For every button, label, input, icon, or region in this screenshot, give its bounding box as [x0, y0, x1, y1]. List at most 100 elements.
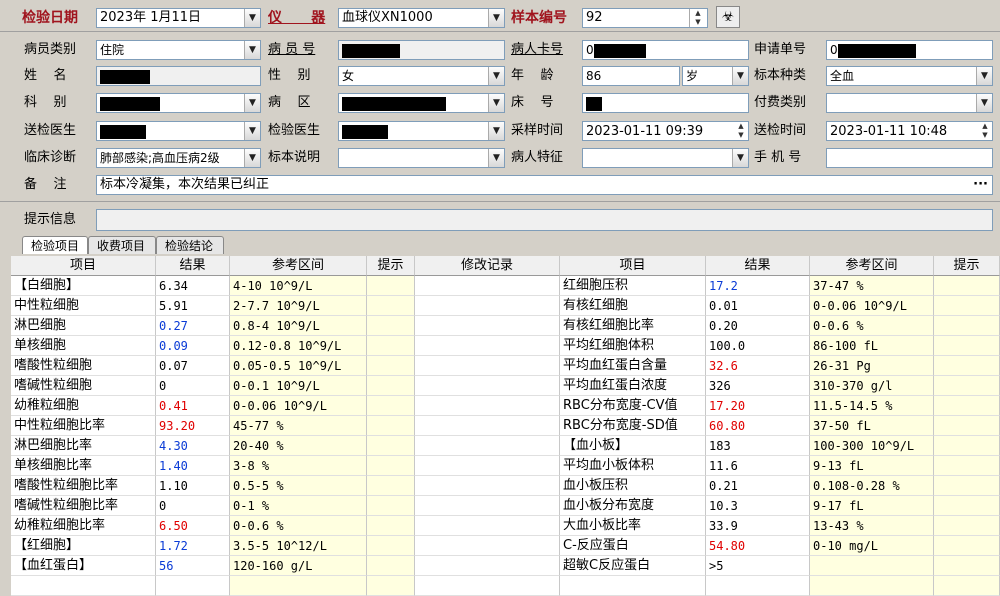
- right-flag-cell[interactable]: [934, 316, 1000, 336]
- col-flag-left[interactable]: 提示: [367, 256, 415, 276]
- col-item-right[interactable]: 项目: [560, 256, 706, 276]
- left-ref-cell[interactable]: 45-77 %: [230, 416, 367, 436]
- right-result-cell[interactable]: 0.20: [706, 316, 810, 336]
- left-ref-cell[interactable]: 120-160 g/L: [230, 556, 367, 576]
- left-mod-cell[interactable]: [415, 456, 560, 476]
- left-item-cell[interactable]: 【白细胞】: [11, 276, 156, 296]
- left-flag-cell[interactable]: [367, 536, 415, 556]
- age-input[interactable]: 86: [582, 66, 680, 86]
- table-row[interactable]: 嗜碱性粒细胞比率 0 0-1 % 血小板分布宽度 10.3 9-17 fL: [11, 496, 1000, 516]
- tester-select[interactable]: ▼: [338, 121, 505, 141]
- left-ref-cell[interactable]: 0.12-0.8 10^9/L: [230, 336, 367, 356]
- col-item-left[interactable]: 项目: [11, 256, 156, 276]
- left-mod-cell[interactable]: [415, 556, 560, 576]
- instrument-select[interactable]: 血球仪XN1000 ▼: [338, 8, 505, 28]
- chevron-down-icon[interactable]: ▼: [488, 94, 504, 112]
- left-flag-cell[interactable]: [367, 556, 415, 576]
- department-select[interactable]: ▼: [96, 93, 261, 113]
- table-row[interactable]: 淋巴细胞比率 4.30 20-40 % 【血小板】 183 100-300 10^9/L: [11, 436, 1000, 456]
- chevron-down-icon[interactable]: ▼: [488, 9, 504, 27]
- left-result-cell[interactable]: 0: [156, 496, 230, 516]
- right-result-cell[interactable]: 17.20: [706, 396, 810, 416]
- right-item-cell[interactable]: 超敏C反应蛋白: [560, 556, 706, 576]
- left-item-cell[interactable]: 嗜酸性粒细胞: [11, 356, 156, 376]
- left-flag-cell[interactable]: [367, 436, 415, 456]
- patient-no-field[interactable]: [338, 40, 505, 60]
- left-item-cell[interactable]: 嗜酸性粒细胞比率: [11, 476, 156, 496]
- left-flag-cell[interactable]: [367, 296, 415, 316]
- right-ref-cell[interactable]: 0-0.6 %: [810, 316, 934, 336]
- right-ref-cell[interactable]: 0-10 mg/L: [810, 536, 934, 556]
- left-mod-cell[interactable]: [415, 296, 560, 316]
- right-item-cell[interactable]: C-反应蛋白: [560, 536, 706, 556]
- left-item-cell[interactable]: 嗜碱性粒细胞: [11, 376, 156, 396]
- left-mod-cell[interactable]: [415, 416, 560, 436]
- right-flag-cell[interactable]: [934, 376, 1000, 396]
- left-item-cell[interactable]: 淋巴细胞比率: [11, 436, 156, 456]
- chevron-down-icon[interactable]: ▼: [976, 94, 992, 112]
- left-mod-cell[interactable]: [415, 376, 560, 396]
- left-result-cell[interactable]: 1.10: [156, 476, 230, 496]
- right-ref-cell[interactable]: 0.108-0.28 %: [810, 476, 934, 496]
- right-result-cell[interactable]: 11.6: [706, 456, 810, 476]
- left-ref-cell[interactable]: 2-7.7 10^9/L: [230, 296, 367, 316]
- biohazard-icon[interactable]: ☣: [716, 6, 740, 28]
- left-item-cell[interactable]: [11, 576, 156, 596]
- sender-select[interactable]: ▼: [96, 121, 261, 141]
- left-ref-cell[interactable]: 0-0.06 10^9/L: [230, 396, 367, 416]
- right-flag-cell[interactable]: [934, 456, 1000, 476]
- specimen-type-select[interactable]: 全血 ▼: [826, 66, 993, 86]
- gender-select[interactable]: 女 ▼: [338, 66, 505, 86]
- right-item-cell[interactable]: 红细胞压积: [560, 276, 706, 296]
- left-mod-cell[interactable]: [415, 276, 560, 296]
- tab-test-items[interactable]: 检验项目: [22, 236, 88, 254]
- tab-charge-items[interactable]: 收费项目: [88, 236, 156, 254]
- table-row[interactable]: 【红细胞】 1.72 3.5-5 10^12/L C-反应蛋白 54.80 0-10 mg…: [11, 536, 1000, 556]
- request-no-field[interactable]: 0: [826, 40, 993, 60]
- right-ref-cell[interactable]: 0-0.06 10^9/L: [810, 296, 934, 316]
- left-ref-cell[interactable]: 4-10 10^9/L: [230, 276, 367, 296]
- left-mod-cell[interactable]: [415, 436, 560, 456]
- table-row[interactable]: 幼稚粒细胞比率 6.50 0-0.6 % 大血小板比率 33.9 13-43 %: [11, 516, 1000, 536]
- chevron-down-icon[interactable]: ▼: [976, 67, 992, 85]
- diagnosis-select[interactable]: 肺部感染;高血压病2级 ▼: [96, 148, 261, 168]
- left-result-cell[interactable]: 1.72: [156, 536, 230, 556]
- chevron-down-icon[interactable]: ▼: [244, 149, 260, 167]
- table-row[interactable]: 嗜酸性粒细胞比率 1.10 0.5-5 % 血小板压积 0.21 0.108-0.28 %: [11, 476, 1000, 496]
- right-result-cell[interactable]: 10.3: [706, 496, 810, 516]
- table-row[interactable]: [11, 576, 1000, 596]
- right-result-cell[interactable]: 326: [706, 376, 810, 396]
- right-flag-cell[interactable]: [934, 516, 1000, 536]
- right-flag-cell[interactable]: [934, 556, 1000, 576]
- left-flag-cell[interactable]: [367, 516, 415, 536]
- left-ref-cell[interactable]: 0.5-5 %: [230, 476, 367, 496]
- left-ref-cell[interactable]: 0-0.1 10^9/L: [230, 376, 367, 396]
- right-item-cell[interactable]: RBC分布宽度-SD值: [560, 416, 706, 436]
- spinner-icon[interactable]: ▲ ▼: [978, 122, 992, 140]
- left-result-cell[interactable]: 0.07: [156, 356, 230, 376]
- left-ref-cell[interactable]: [230, 576, 367, 596]
- col-flag-right[interactable]: 提示: [934, 256, 1000, 276]
- left-result-cell[interactable]: 4.30: [156, 436, 230, 456]
- left-result-cell[interactable]: 1.40: [156, 456, 230, 476]
- chevron-down-icon[interactable]: ▼: [732, 149, 748, 167]
- right-ref-cell[interactable]: 37-47 %: [810, 276, 934, 296]
- table-row[interactable]: 中性粒细胞 5.91 2-7.7 10^9/L 有核红细胞 0.01 0-0.06 10^…: [11, 296, 1000, 316]
- right-ref-cell[interactable]: 13-43 %: [810, 516, 934, 536]
- right-flag-cell[interactable]: [934, 436, 1000, 456]
- left-item-cell[interactable]: 单核细胞: [11, 336, 156, 356]
- patient-type-select[interactable]: 住院 ▼: [96, 40, 261, 60]
- right-ref-cell[interactable]: 310-370 g/l: [810, 376, 934, 396]
- patient-feature-select[interactable]: ▼: [582, 148, 749, 168]
- chevron-down-icon[interactable]: ▼: [732, 67, 748, 85]
- right-item-cell[interactable]: 平均血小板体积: [560, 456, 706, 476]
- left-flag-cell[interactable]: [367, 276, 415, 296]
- col-ref-right[interactable]: 参考区间: [810, 256, 934, 276]
- right-flag-cell[interactable]: [934, 276, 1000, 296]
- chevron-down-icon[interactable]: ▼: [244, 9, 260, 27]
- chevron-down-icon[interactable]: ▼: [244, 94, 260, 112]
- table-row[interactable]: 单核细胞比率 1.40 3-8 % 平均血小板体积 11.6 9-13 fL: [11, 456, 1000, 476]
- sample-time-picker[interactable]: 2023-01-11 09:39 ▲ ▼: [582, 121, 749, 141]
- left-mod-cell[interactable]: [415, 576, 560, 596]
- left-mod-cell[interactable]: [415, 316, 560, 336]
